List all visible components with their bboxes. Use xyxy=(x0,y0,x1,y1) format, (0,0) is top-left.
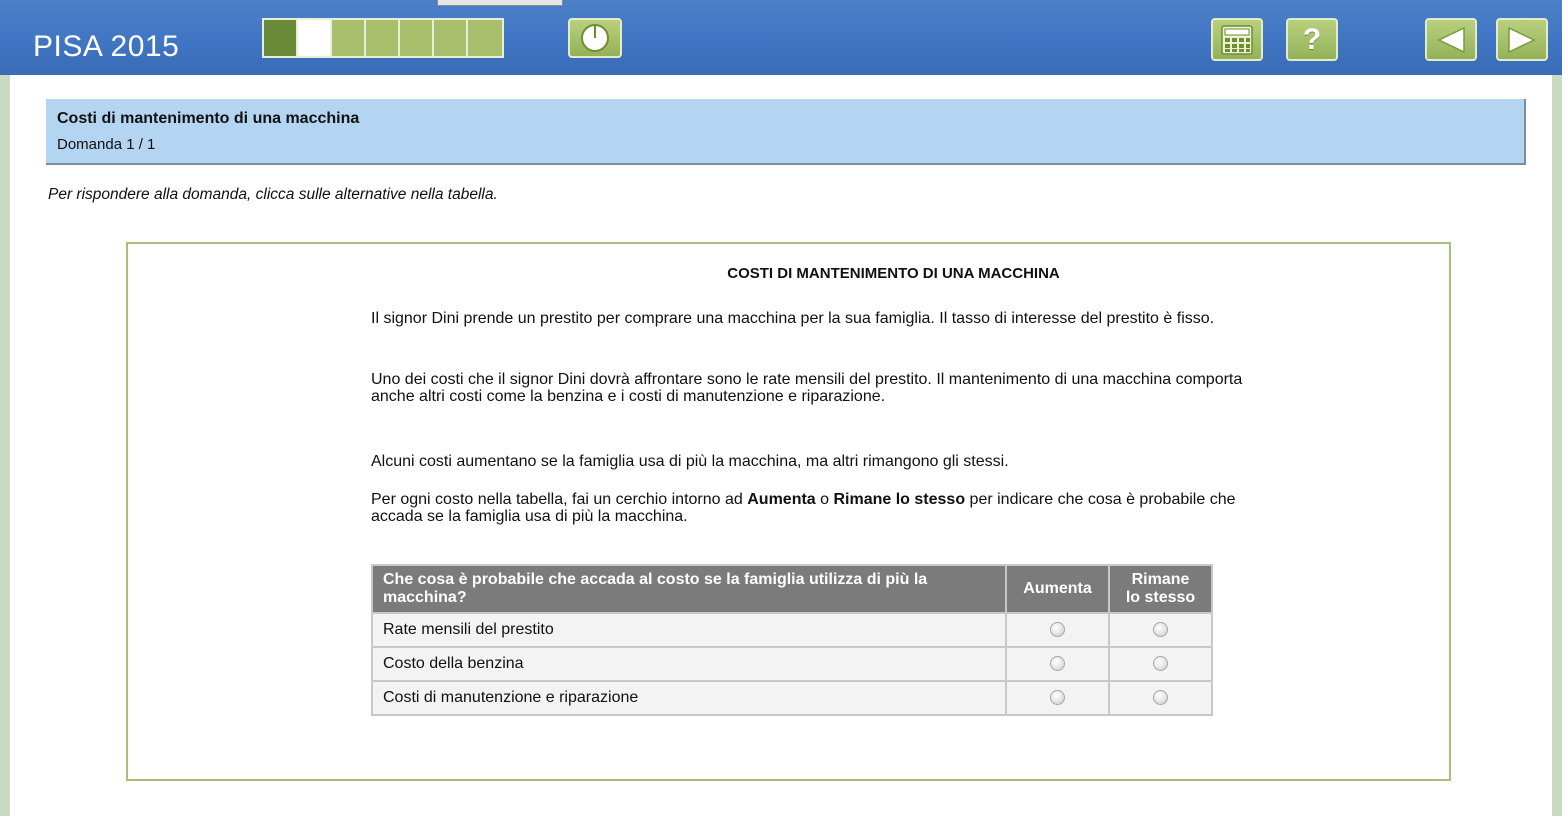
instruction-part: Per ogni costo nella tabella, fai un cer… xyxy=(371,491,748,508)
help-button[interactable]: ? xyxy=(1286,18,1338,61)
unit-title: Costi di mantenimento di una macchina xyxy=(57,110,360,127)
progress-indicator xyxy=(262,18,504,58)
stimulus-paragraph: Uno dei costi che il signor Dini dovrà a… xyxy=(371,371,1243,405)
progress-segment-current xyxy=(298,20,332,56)
radio-cell-rimane[interactable] xyxy=(1108,680,1213,716)
stimulus-paragraph: Alcuni costi aumentano se la famiglia us… xyxy=(371,453,1009,470)
progress-segment xyxy=(264,20,298,56)
question-header: Costi di mantenimento di una macchina Do… xyxy=(46,99,1526,165)
column-header-aumenta: Aumenta xyxy=(1005,564,1110,614)
instruction-text: Per rispondere alla domanda, clicca sull… xyxy=(48,186,498,203)
calculator-button[interactable] xyxy=(1211,18,1263,61)
stimulus-panel: COSTI DI MANTENIMENTO DI UNA MACCHINA Il… xyxy=(126,242,1451,781)
arrow-right-icon xyxy=(1508,26,1536,53)
top-bar: PISA 2015 ? xyxy=(0,0,1562,75)
radio-cell-aumenta[interactable] xyxy=(1005,680,1110,716)
stimulus-paragraph-instruction: Per ogni costo nella tabella, fai un cer… xyxy=(371,491,1251,525)
instruction-part: o xyxy=(815,491,834,508)
radio-button-aumenta[interactable] xyxy=(1050,656,1065,672)
table-row: Costi di manutenzione e riparazione xyxy=(371,680,1213,716)
content-area: Costi di mantenimento di una macchina Do… xyxy=(10,75,1552,816)
progress-segment xyxy=(332,20,366,56)
next-button[interactable] xyxy=(1496,18,1548,61)
timer-button[interactable] xyxy=(568,18,622,58)
row-label: Costo della benzina xyxy=(371,646,1007,682)
header-line: Rimane xyxy=(1131,571,1190,588)
stimulus-paragraph: Il signor Dini prende un prestito per co… xyxy=(371,310,1215,327)
option-aumenta-emphasis: Aumenta xyxy=(747,491,816,508)
progress-segment xyxy=(468,20,502,56)
stimulus-title: COSTI DI MANTENIMENTO DI UNA MACCHINA xyxy=(727,265,1060,282)
calculator-icon xyxy=(1221,24,1253,55)
help-icon: ? xyxy=(1302,22,1322,56)
header-line: lo stesso xyxy=(1125,589,1196,606)
column-header-rimane: Rimane lo stesso xyxy=(1108,564,1213,614)
row-label: Costi di manutenzione e riparazione xyxy=(371,680,1007,716)
radio-button-rimane[interactable] xyxy=(1153,622,1168,638)
arrow-left-icon xyxy=(1437,26,1465,53)
radio-button-rimane[interactable] xyxy=(1153,690,1168,706)
progress-segment xyxy=(400,20,434,56)
app-title: PISA 2015 xyxy=(33,30,180,63)
table-row: Rate mensili del prestito xyxy=(371,612,1213,648)
radio-button-aumenta[interactable] xyxy=(1050,622,1065,638)
clock-icon xyxy=(581,24,609,52)
radio-button-aumenta[interactable] xyxy=(1050,690,1065,706)
radio-button-rimane[interactable] xyxy=(1153,656,1168,672)
progress-segment xyxy=(434,20,468,56)
option-rimane-emphasis: Rimane lo stesso xyxy=(833,491,966,508)
row-label: Rate mensili del prestito xyxy=(371,612,1007,648)
progress-segment xyxy=(366,20,400,56)
radio-cell-rimane[interactable] xyxy=(1108,646,1213,682)
question-counter: Domanda 1 / 1 xyxy=(57,136,156,153)
column-header-question: Che cosa è probabile che accada al costo… xyxy=(371,564,1007,614)
radio-cell-aumenta[interactable] xyxy=(1005,646,1110,682)
top-tab xyxy=(437,0,563,6)
answer-table: Che cosa è probabile che accada al costo… xyxy=(371,564,1213,716)
table-header-row: Che cosa è probabile che accada al costo… xyxy=(371,564,1213,614)
previous-button[interactable] xyxy=(1425,18,1477,61)
table-row: Costo della benzina xyxy=(371,646,1213,682)
radio-cell-rimane[interactable] xyxy=(1108,612,1213,648)
radio-cell-aumenta[interactable] xyxy=(1005,612,1110,648)
